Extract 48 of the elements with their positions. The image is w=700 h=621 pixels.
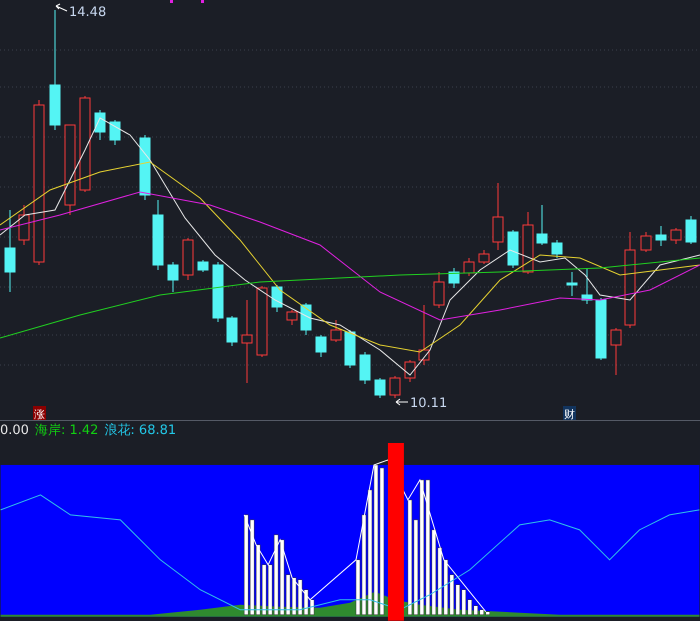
candlestick <box>404 360 416 382</box>
legend-value: 海岸: 1.42 <box>34 424 98 437</box>
candlestick <box>152 200 164 270</box>
candlestick <box>582 268 592 304</box>
candlestick <box>566 272 578 296</box>
candlestick <box>656 226 666 246</box>
event-marker: 财 <box>563 406 576 420</box>
legend-value: 0.00 <box>0 424 29 437</box>
candlestick <box>522 212 534 274</box>
candlestick <box>286 310 298 326</box>
candlestick <box>552 240 562 258</box>
candlestick <box>418 304 430 366</box>
event-marker: 涨 <box>33 406 46 420</box>
candlestick <box>434 272 444 308</box>
candlestick <box>640 232 652 252</box>
low-price-arrow <box>396 398 408 406</box>
candlestick <box>272 284 282 312</box>
low-price-label: 10.11 <box>410 396 448 411</box>
candlestick <box>182 238 194 280</box>
candlestick <box>478 250 490 264</box>
candlestick <box>168 262 178 292</box>
candlestick <box>508 230 518 268</box>
candlestick <box>110 120 120 146</box>
candlestick <box>140 134 150 200</box>
candlestick <box>464 258 474 276</box>
candlestick <box>536 204 548 246</box>
candlestick <box>492 182 504 250</box>
candlestick <box>448 268 460 288</box>
candlestick <box>256 286 268 358</box>
candlestick <box>390 376 400 398</box>
candlestick <box>226 316 238 346</box>
legend-value: 浪花: 68.81 <box>104 424 176 437</box>
candlestick <box>18 204 30 246</box>
high-price-arrow <box>56 4 68 12</box>
candlestick <box>344 330 356 368</box>
candlestick <box>198 260 208 272</box>
high-price-label: 14.48 <box>69 5 106 20</box>
candlestick <box>212 262 224 322</box>
candlestick <box>94 110 106 140</box>
candlestick <box>596 298 606 360</box>
candlestick <box>360 352 370 384</box>
candlestick <box>670 228 682 244</box>
candlestick <box>374 378 386 398</box>
candlestick <box>330 320 342 342</box>
candlestick <box>300 302 312 336</box>
candlestick <box>686 216 696 244</box>
candlestick <box>610 328 622 376</box>
candlestick <box>316 334 326 358</box>
